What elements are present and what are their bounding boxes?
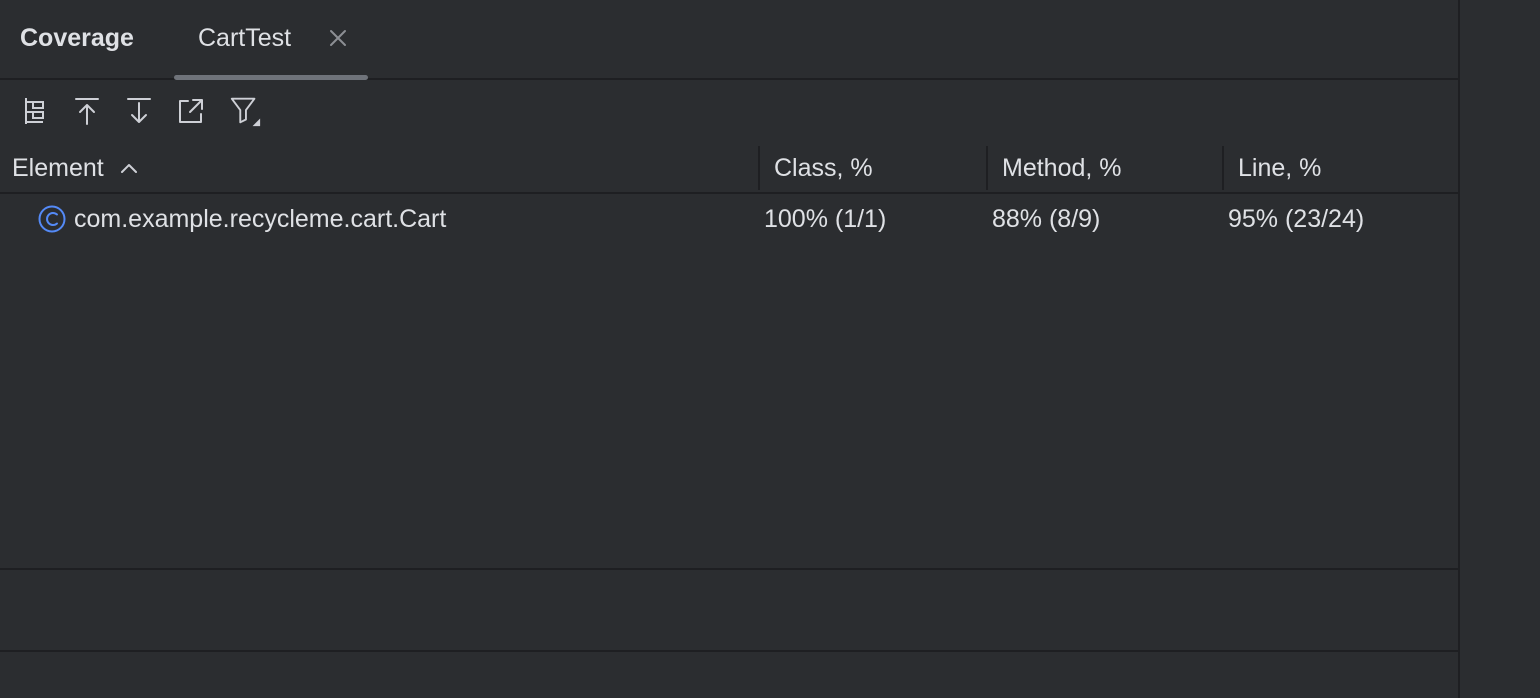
table-header: Element Class, % Method, % Line, % [0,144,1458,194]
element-cell: com.example.recycleme.cart.Cart [38,194,446,244]
coverage-panel: Coverage CartTest Element Class, % Metho… [0,0,1458,698]
column-header-method[interactable]: Method, % [1002,144,1122,192]
element-name: com.example.recycleme.cart.Cart [74,204,447,233]
column-divider[interactable] [986,146,988,190]
panel-title: Coverage [20,24,134,52]
column-header-line[interactable]: Line, % [1238,144,1321,192]
class-coverage-cell: 100% (1/1) [764,204,887,233]
divider [0,650,1458,652]
flatten-packages-icon[interactable] [18,94,52,128]
filter-icon[interactable] [228,94,262,128]
right-tool-strip [1458,0,1540,698]
navigate-up-icon[interactable] [70,94,104,128]
column-label: Method, % [1002,153,1122,182]
method-coverage-cell: 88% (8/9) [992,204,1101,233]
column-label: Element [12,153,104,182]
sort-ascending-icon [120,164,137,173]
column-label: Class, % [774,153,873,182]
column-divider[interactable] [758,146,760,190]
column-label: Line, % [1238,153,1322,182]
line-coverage-cell: 95% (23/24) [1228,204,1365,233]
navigate-down-icon[interactable] [122,94,156,128]
class-icon [38,205,66,233]
column-divider[interactable] [1222,146,1224,190]
coverage-toolbar [0,80,1458,144]
tab-carttest[interactable]: CartTest [174,0,368,80]
coverage-tool-window: Coverage CartTest Element Class, % Metho… [0,0,1540,698]
divider [0,568,1458,570]
table-row[interactable]: com.example.recycleme.cart.Cart 100% (1/… [0,194,1458,244]
tab-bar: Coverage CartTest [0,0,1458,80]
tab-label: CartTest [198,24,292,52]
column-header-element[interactable]: Element [12,144,138,192]
close-icon[interactable] [326,26,350,50]
export-icon[interactable] [174,94,208,128]
column-header-class[interactable]: Class, % [774,144,873,192]
